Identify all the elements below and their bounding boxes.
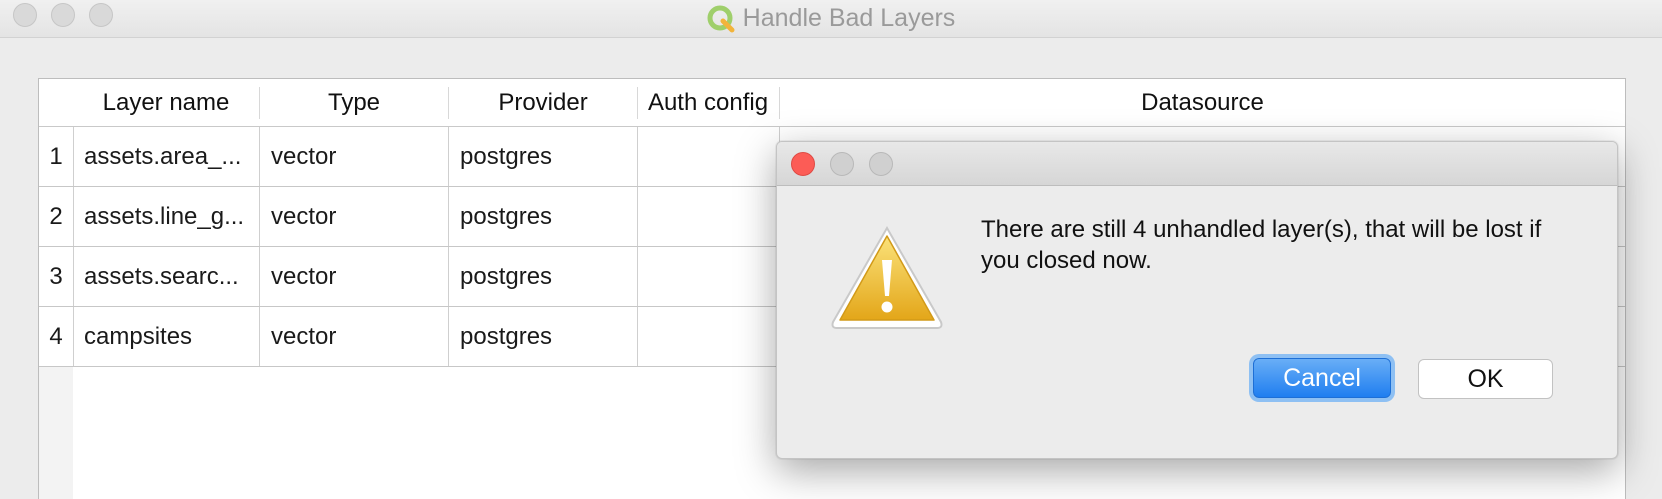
type-cell[interactable]: vector xyxy=(260,187,449,246)
auth-config-cell[interactable] xyxy=(638,187,780,246)
header-layer-name[interactable]: Layer name xyxy=(73,79,259,126)
provider-cell[interactable]: postgres xyxy=(449,247,638,306)
provider-cell[interactable]: postgres xyxy=(449,307,638,366)
header-type[interactable]: Type xyxy=(260,79,448,126)
dialog-close-button[interactable] xyxy=(791,152,815,176)
window-title: Handle Bad Layers xyxy=(742,4,956,32)
layer-name-cell[interactable]: assets.line_g... xyxy=(73,187,260,246)
warning-icon xyxy=(831,225,943,329)
auth-config-cell[interactable] xyxy=(638,127,780,186)
header-datasource[interactable]: Datasource xyxy=(780,79,1625,126)
header-auth-config[interactable]: Auth config xyxy=(638,79,778,126)
auth-config-cell[interactable] xyxy=(638,307,780,366)
header-provider[interactable]: Provider xyxy=(449,79,637,126)
dialog-titlebar xyxy=(777,142,1617,186)
layer-name-cell[interactable]: assets.area_... xyxy=(73,127,260,186)
provider-cell[interactable]: postgres xyxy=(449,187,638,246)
layer-name-cell[interactable]: assets.searc... xyxy=(73,247,260,306)
type-cell[interactable]: vector xyxy=(260,127,449,186)
qgis-logo-icon xyxy=(707,5,735,32)
unhandled-layers-dialog: There are still 4 unhandled layer(s), th… xyxy=(776,141,1618,459)
table-header-row: Layer name Type Provider Auth config Dat… xyxy=(39,79,1625,127)
ok-button[interactable]: OK xyxy=(1418,359,1553,399)
cancel-button[interactable]: Cancel xyxy=(1253,358,1391,398)
layer-name-cell[interactable]: campsites xyxy=(73,307,260,366)
row-number: 2 xyxy=(39,187,74,246)
dialog-zoom-button[interactable] xyxy=(869,152,893,176)
provider-cell[interactable]: postgres xyxy=(449,127,638,186)
row-number: 4 xyxy=(39,307,74,366)
dialog-message: There are still 4 unhandled layer(s), th… xyxy=(981,216,1542,274)
window-titlebar: Handle Bad Layers xyxy=(0,0,1662,38)
type-cell[interactable]: vector xyxy=(260,247,449,306)
type-cell[interactable]: vector xyxy=(260,307,449,366)
row-number: 1 xyxy=(39,127,74,186)
auth-config-cell[interactable] xyxy=(638,247,780,306)
dialog-minimize-button[interactable] xyxy=(830,152,854,176)
row-number: 3 xyxy=(39,247,74,306)
